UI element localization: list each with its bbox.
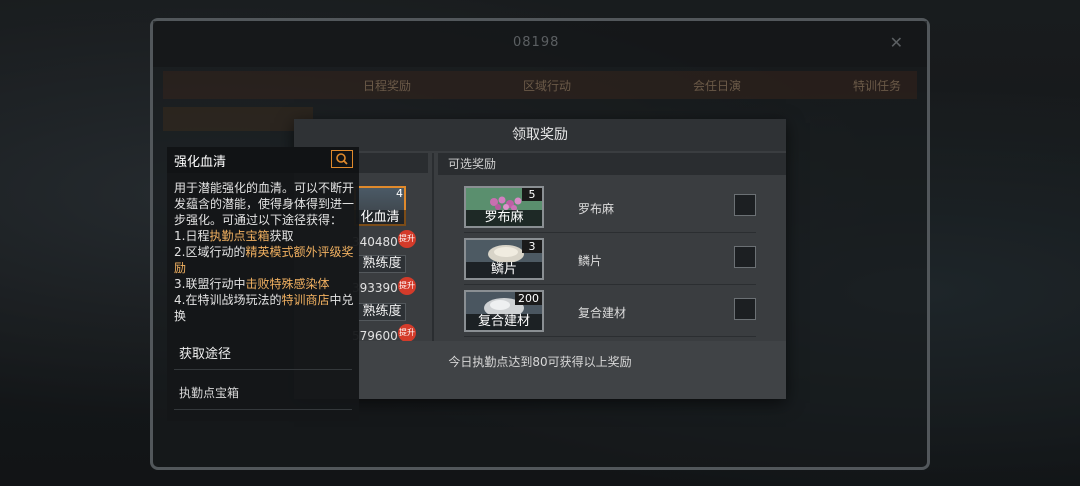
search-button[interactable] (331, 150, 353, 168)
reward-count: 5 (522, 188, 542, 201)
reward-icon[interactable]: 200 复合建材 (464, 290, 544, 332)
optional-rewards-header: 可选奖励 (438, 153, 786, 175)
source-line-2: 2.区域行动的精英模式额外评级奖励 (174, 245, 354, 275)
reward-condition-text: 今日执勤点达到80可获得以上奖励 (294, 341, 786, 399)
background-tab: 特训任务 (853, 79, 902, 93)
tooltip-description: 用于潜能强化的血清。可以不断开发蕴含的潜能，使得身体得到进一步强化。可通过以下途… (174, 180, 354, 324)
reward-count: 3 (522, 240, 542, 253)
item-count: 4 (396, 187, 403, 200)
reward-row[interactable]: 3 鳞片 鳞片 (464, 238, 756, 285)
reward-checkbox[interactable] (734, 246, 756, 268)
left-column-header (358, 153, 428, 173)
source-duty-chest-link[interactable]: 执勤点宝箱 (179, 384, 239, 401)
upgrade-badge: 提升 (398, 230, 416, 248)
reward-checkbox[interactable] (734, 194, 756, 216)
reward-icon[interactable]: 3 鳞片 (464, 238, 544, 280)
dialog-title: 领取奖励 (294, 119, 786, 151)
description-intro: 用于潜能强化的血清。可以不断开发蕴含的潜能，使得身体得到进一步强化。可通过以下途… (174, 181, 355, 227)
source-line-3: 3.联盟行动中击败特殊感染体 (174, 277, 330, 291)
divider (174, 369, 352, 370)
divider (174, 409, 352, 410)
reward-dialog: 领取奖励 可选奖励 4 化血清 340480 提升 熟练度 393390 提升 … (294, 119, 786, 399)
reward-count: 200 (515, 292, 542, 305)
acquire-route-heading: 获取途径 (179, 347, 232, 362)
reward-name: 复合建材 (578, 306, 627, 320)
reward-icon-label: 鳞片 (466, 262, 542, 278)
background-tab: 区域行动 (523, 79, 572, 93)
item-tooltip: 强化血清 用于潜能强化的血清。可以不断开发蕴含的潜能，使得身体得到进一步强化。可… (167, 147, 359, 421)
background-tab: 日程奖励 (363, 79, 412, 93)
item-name: 化血清 (354, 210, 406, 226)
background-tab: 会任日演 (693, 79, 742, 93)
serum-item-card[interactable]: 4 化血清 (354, 186, 406, 226)
reward-name: 罗布麻 (578, 202, 615, 216)
search-icon (336, 153, 348, 165)
reward-checkbox[interactable] (734, 298, 756, 320)
reward-row[interactable]: 200 复合建材 复合建材 (464, 290, 756, 337)
background-tab-bar: 日程奖励 区域行动 会任日演 特训任务 (163, 71, 917, 99)
reward-icon-label: 罗布麻 (466, 210, 542, 226)
background-bar (163, 107, 313, 131)
upgrade-badge: 提升 (398, 277, 416, 295)
reward-icon-label: 复合建材 (466, 314, 542, 330)
reward-icon[interactable]: 5 罗布麻 (464, 186, 544, 228)
tooltip-title: 强化血清 (174, 155, 227, 170)
reward-name: 鳞片 (578, 254, 603, 268)
source-line-4: 4.在特训战场玩法的特训商店中兑换 (174, 293, 354, 323)
proficiency-label: 熟练度 (358, 255, 406, 273)
reward-row[interactable]: 5 罗布麻 罗布麻 (464, 186, 756, 233)
column-divider (432, 153, 434, 341)
background-title: 08198 (513, 35, 560, 50)
background-close-icon: ✕ (889, 33, 903, 52)
upgrade-badge: 提升 (398, 324, 416, 342)
source-line-1: 1.日程执勤点宝箱获取 (174, 229, 294, 243)
proficiency-label: 熟练度 (358, 303, 406, 321)
